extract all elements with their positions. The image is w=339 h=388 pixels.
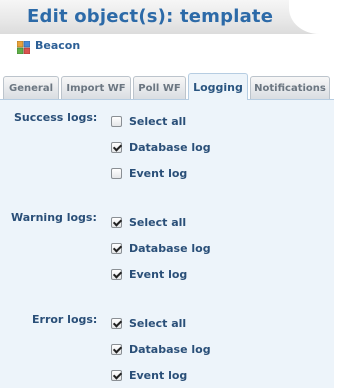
tab-import-wf[interactable]: Import WF <box>61 76 131 99</box>
tab-notifications[interactable]: Notifications <box>250 76 330 99</box>
success-event-log-label: Event log <box>129 166 188 180</box>
dialog-title: Edit object(s): template <box>27 6 274 27</box>
object-breadcrumb: Beacon <box>16 37 80 54</box>
tab-general[interactable]: General <box>3 76 59 99</box>
error-select-all-checkbox[interactable] <box>111 317 122 329</box>
tab-poll-wf[interactable]: Poll WF <box>133 76 186 99</box>
success-database-log-row[interactable]: Database log <box>111 139 211 155</box>
warning-select-all-row[interactable]: Select all <box>111 214 186 230</box>
object-name-link[interactable]: Beacon <box>35 39 80 52</box>
success-select-all-label: Select all <box>129 114 187 128</box>
error-database-log-row[interactable]: Database log <box>111 341 211 357</box>
success-event-log-checkbox[interactable] <box>111 167 122 179</box>
success-select-all-row[interactable]: Select all <box>111 113 186 129</box>
error-logs-label: Error logs: <box>32 313 98 326</box>
warning-logs-label: Warning logs: <box>11 211 97 224</box>
warning-select-all-label: Select all <box>129 215 187 229</box>
warning-database-log-checkbox[interactable] <box>111 242 122 254</box>
success-logs-label: Success logs: <box>14 111 98 124</box>
header-corner-decoration <box>289 0 339 34</box>
error-event-log-label: Event log <box>129 368 188 382</box>
success-select-all-checkbox[interactable] <box>111 115 122 127</box>
error-select-all-row[interactable]: Select all <box>111 315 186 331</box>
tab-strip: General Import WF Poll WF Logging Notifi… <box>3 73 332 100</box>
success-database-log-checkbox[interactable] <box>111 141 122 153</box>
warning-event-log-label: Event log <box>129 267 188 281</box>
colored-squares-icon <box>16 39 31 54</box>
success-event-log-row[interactable]: Event log <box>111 165 187 181</box>
tab-logging[interactable]: Logging <box>188 73 248 100</box>
warning-database-log-row[interactable]: Database log <box>111 240 211 256</box>
warning-event-log-row[interactable]: Event log <box>111 266 187 282</box>
warning-database-log-label: Database log <box>129 241 211 255</box>
warning-event-log-checkbox[interactable] <box>111 268 122 280</box>
error-event-log-row[interactable]: Event log <box>111 367 187 383</box>
success-database-log-label: Database log <box>129 140 211 154</box>
error-event-log-checkbox[interactable] <box>111 369 122 381</box>
warning-select-all-checkbox[interactable] <box>111 216 122 228</box>
error-database-log-checkbox[interactable] <box>111 343 122 355</box>
error-select-all-label: Select all <box>129 316 187 330</box>
error-database-log-label: Database log <box>129 342 211 356</box>
dialog-header: Edit object(s): template <box>0 0 339 34</box>
